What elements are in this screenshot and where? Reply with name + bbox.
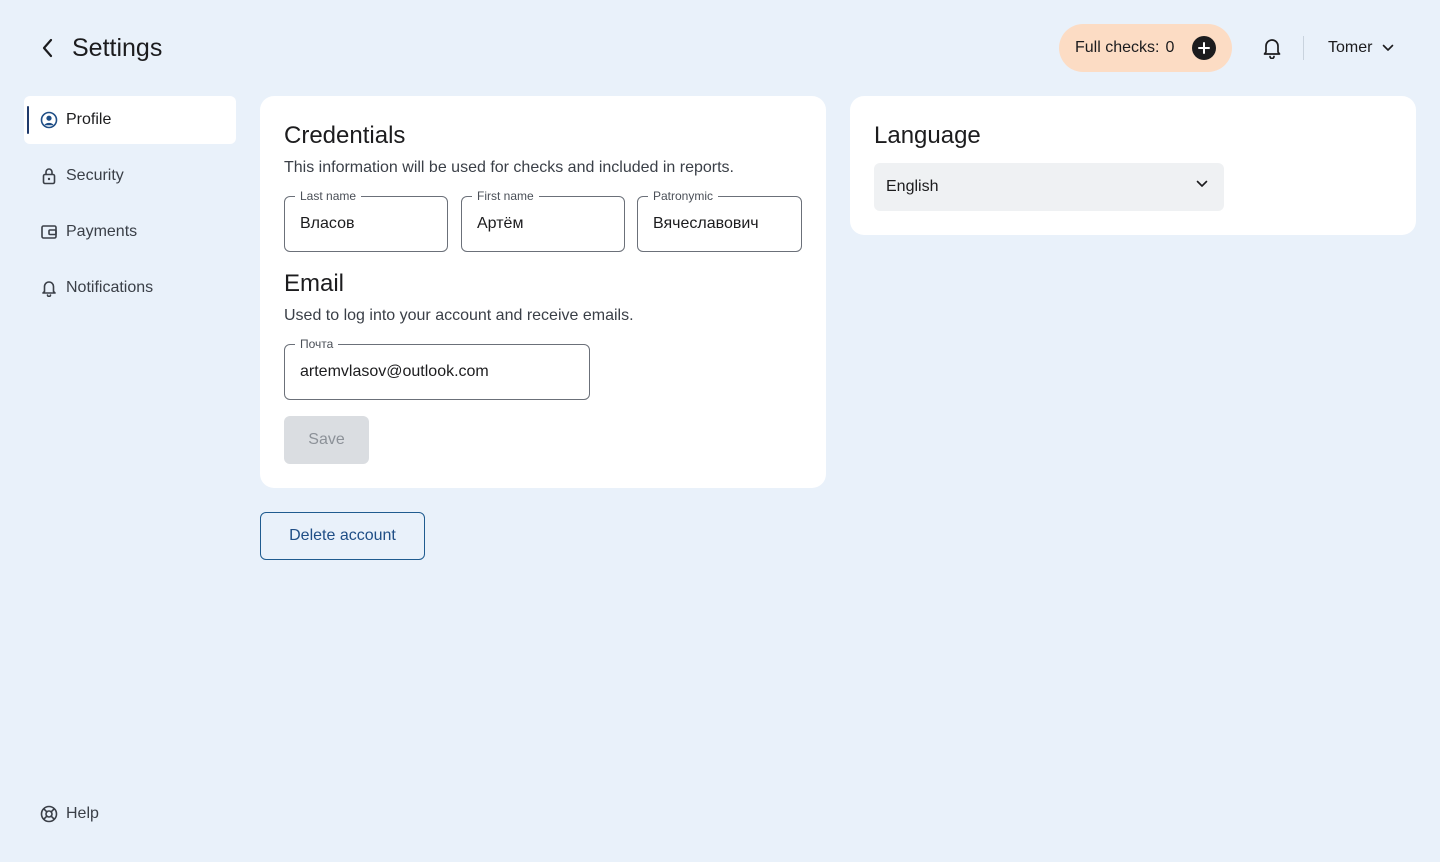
email-field[interactable]: Почта artemvlasov@outlook.com (284, 337, 590, 400)
email-title: Email (284, 270, 345, 297)
back-button[interactable] (34, 34, 62, 62)
language-selected-value: English (886, 178, 939, 195)
email-label: Почта (295, 337, 339, 351)
lifebuoy-icon (40, 805, 58, 823)
add-checks-button[interactable] (1192, 36, 1216, 60)
lock-icon (42, 168, 56, 185)
sidebar-item-label: Payments (66, 223, 138, 240)
user-menu[interactable]: Tomer (1328, 36, 1394, 60)
sidebar-item-payments[interactable]: Payments (24, 208, 236, 256)
language-select[interactable]: English (874, 163, 1224, 211)
plus-icon (1198, 42, 1210, 54)
language-card: Language English (850, 96, 1416, 235)
first-name-value[interactable]: Артём (477, 214, 523, 234)
sidebar-item-label: Profile (66, 111, 112, 128)
first-name-field[interactable]: First name Артём (461, 189, 625, 252)
sidebar-item-profile[interactable]: Profile (24, 96, 236, 144)
sidebar: Profile Security Payments Notifications (24, 96, 236, 320)
wallet-icon (41, 225, 57, 239)
sidebar-item-label: Notifications (66, 279, 154, 296)
full-checks-count: 0 (1165, 39, 1175, 56)
full-checks-pill[interactable]: Full checks: 0 (1059, 24, 1232, 72)
save-button[interactable]: Save (284, 416, 369, 464)
sidebar-item-security[interactable]: Security (24, 152, 236, 200)
chevron-left-icon (42, 38, 53, 58)
patronymic-value[interactable]: Вячеславович (653, 214, 759, 234)
sidebar-item-label: Security (66, 167, 124, 184)
last-name-value[interactable]: Власов (300, 214, 354, 234)
credentials-description: This information will be used for checks… (284, 159, 734, 176)
help-link[interactable]: Help (40, 802, 99, 826)
user-name: Tomer (1328, 39, 1373, 56)
help-label: Help (66, 805, 99, 822)
email-value[interactable]: artemvlasov@outlook.com (300, 362, 489, 382)
header-divider (1303, 36, 1304, 60)
language-title: Language (874, 122, 981, 149)
sidebar-item-notifications[interactable]: Notifications (24, 264, 236, 312)
chevron-down-icon (1196, 180, 1208, 187)
user-circle-icon (40, 111, 58, 129)
first-name-label: First name (472, 189, 539, 203)
last-name-field[interactable]: Last name Власов (284, 189, 448, 252)
bell-icon (1263, 39, 1281, 59)
delete-account-button[interactable]: Delete account (260, 512, 425, 560)
patronymic-field[interactable]: Patronymic Вячеславович (637, 189, 802, 252)
header: Settings Full checks: 0 Tomer (0, 0, 1440, 96)
credentials-title: Credentials (284, 122, 406, 149)
page-title: Settings (72, 34, 163, 62)
email-description: Used to log into your account and receiv… (284, 307, 634, 324)
chevron-down-icon (1383, 44, 1394, 51)
credentials-card: Credentials This information will be use… (260, 96, 826, 488)
notifications-button[interactable] (1259, 35, 1285, 61)
patronymic-label: Patronymic (648, 189, 719, 203)
last-name-label: Last name (295, 189, 362, 203)
bell-icon (42, 281, 56, 297)
full-checks-label: Full checks: (1075, 39, 1160, 56)
